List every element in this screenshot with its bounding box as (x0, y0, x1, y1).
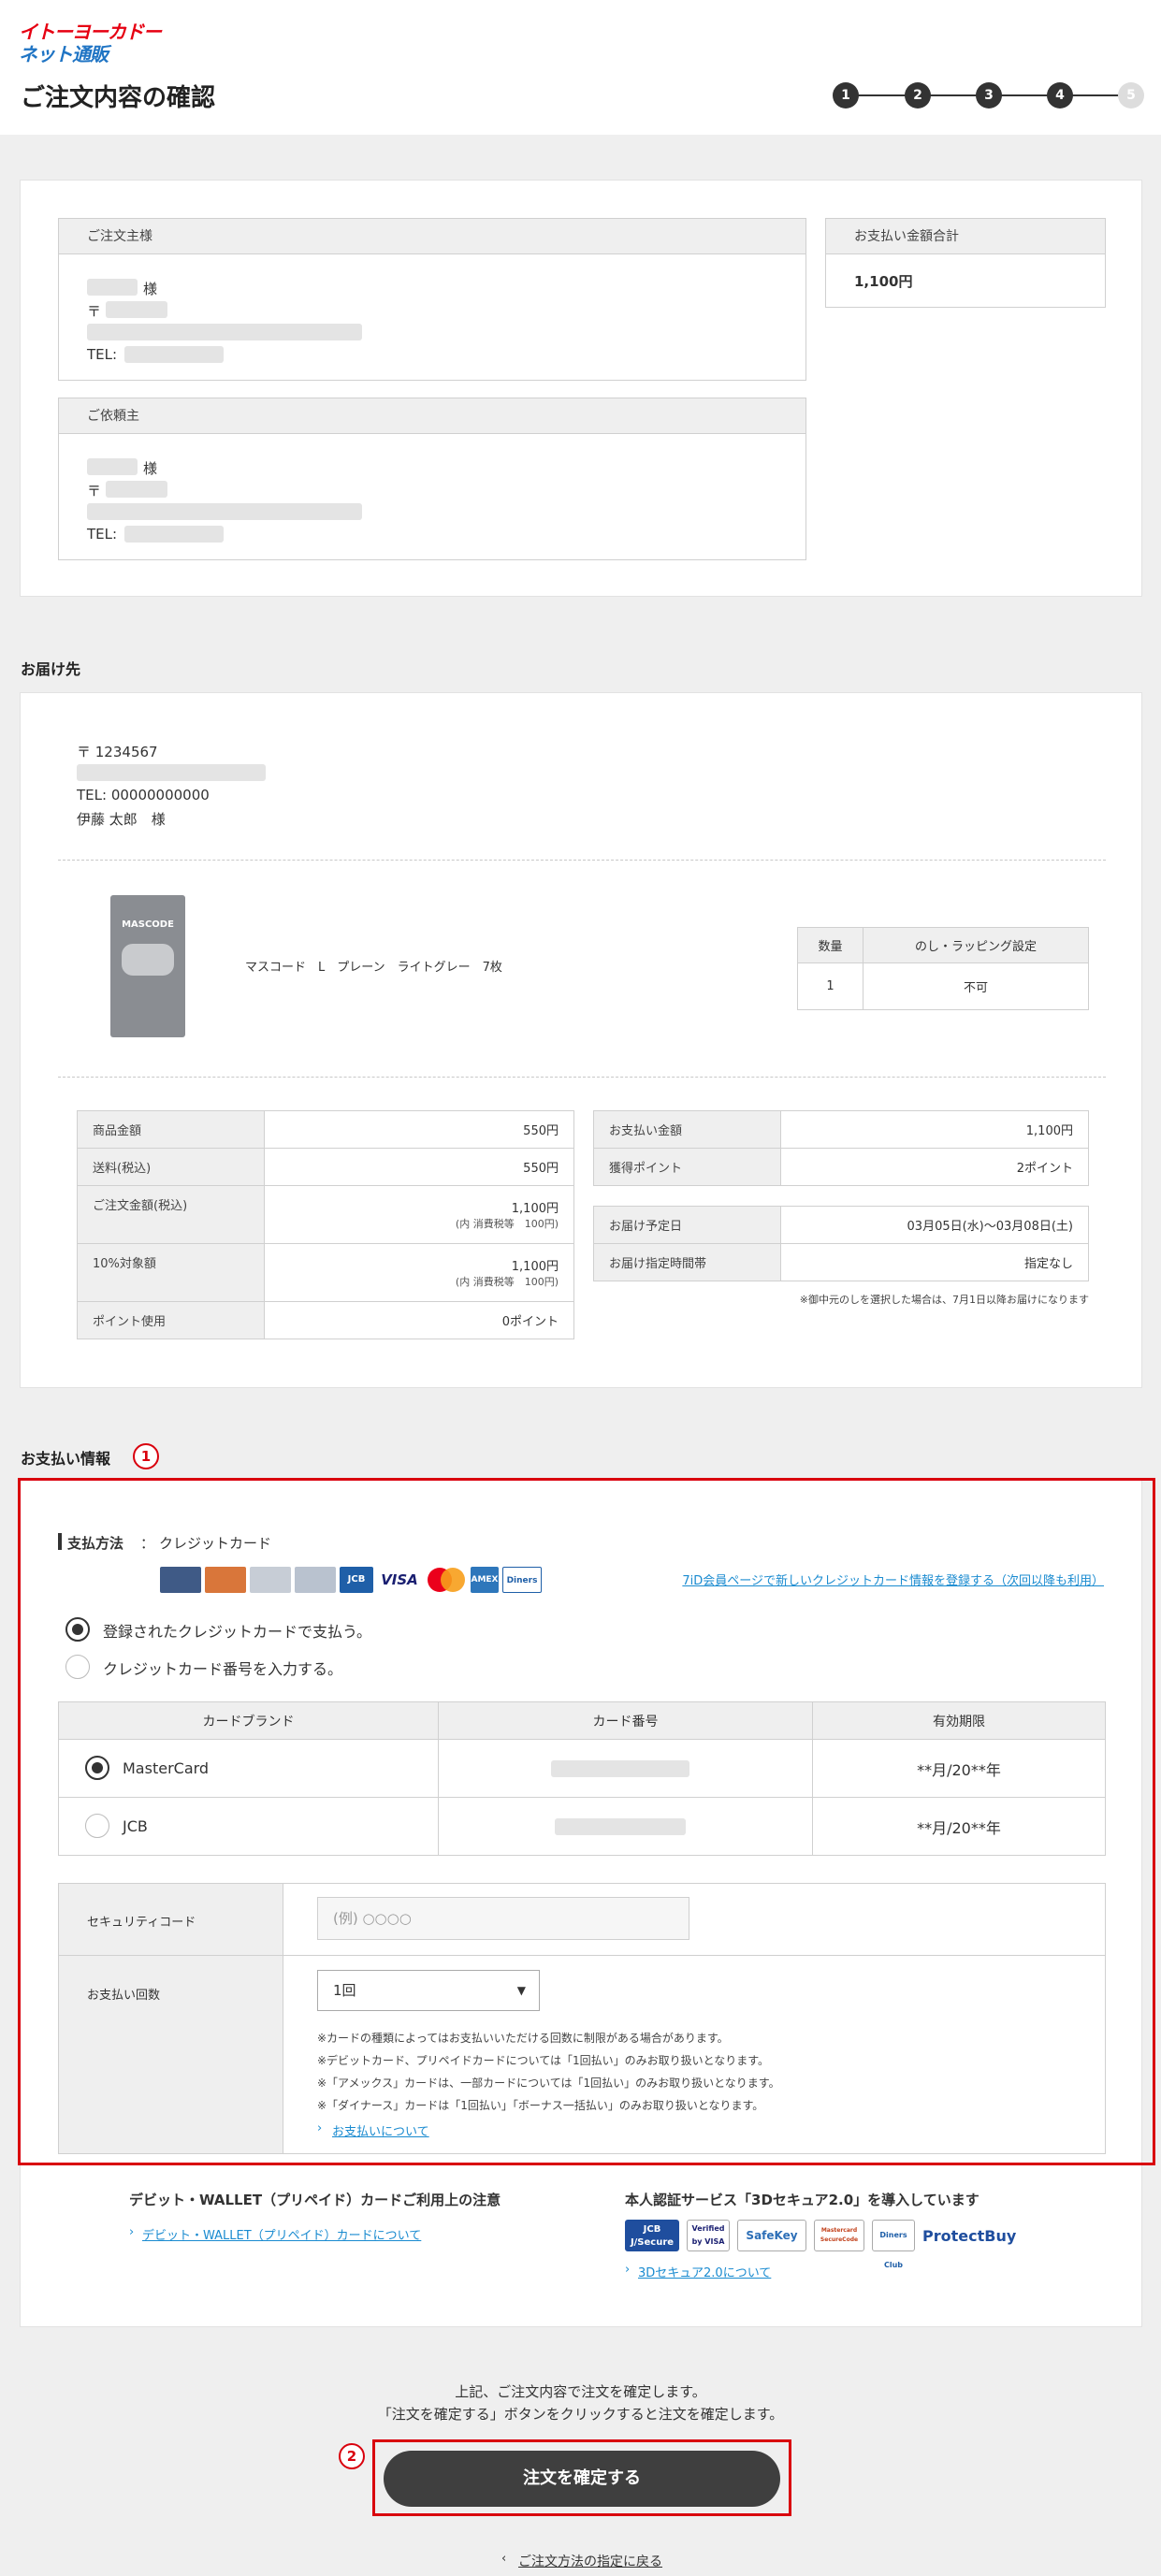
delivery-tel: TEL: 00000000000 (77, 787, 210, 803)
product-name: マスコード L プレーン ライトグレー 7枚 (245, 961, 502, 975)
order-summary-table: 商品金額 550円 送料(税込) 550円 ご注文金額(税込) 1,100円 (… (77, 1110, 574, 1339)
delivery-section-title: お届け先 (21, 660, 81, 678)
chevron-left-icon: ‹ (501, 2552, 507, 2566)
delivery-name: 伊藤 太郎 様 (77, 811, 166, 828)
jcb-secure-icon: JCB J/Secure (625, 2220, 679, 2251)
orderer-box: ご注文主様 様 〒 TEL: (58, 218, 806, 381)
requester-box: ご依頼主 様 〒 TEL: (58, 398, 806, 560)
product-image-label: MASCODE (122, 919, 174, 930)
requester-postal-redacted (106, 481, 167, 498)
orderer-tel-label: TEL: (87, 346, 118, 363)
summary-label: 商品金額 (77, 1110, 265, 1149)
wrapping-value: 不可 (863, 962, 1089, 1010)
summary-value: 指定なし (780, 1243, 1089, 1281)
debit-info-link[interactable]: デビット・WALLET（プリペイド）カードについて (142, 2225, 421, 2243)
confirm-instruction: 「注文を確定する」ボタンをクリックすると注文を確定します。 (377, 2406, 784, 2423)
summary-tax-note: (内 消費税等 100円) (455, 1276, 559, 1288)
summary-label: ご注文金額(税込) (77, 1185, 265, 1244)
quantity-header: 数量 (797, 927, 863, 963)
header: イトーヨーカドー ネット通販 ご注文内容の確認 1 2 3 4 5 (0, 0, 1161, 135)
protectbuy-icon: ProtectBuy (922, 2227, 1017, 2245)
delivery-panel: 〒 1234567 TEL: 00000000000 伊藤 太郎 様 MASCO… (20, 692, 1142, 1388)
product-image[interactable]: MASCODE (110, 895, 185, 1037)
requester-heading: ご依頼主 (59, 398, 805, 434)
delivery-postal: 〒 1234567 (77, 744, 158, 760)
requester-address-redacted (87, 503, 362, 520)
summary-label: お支払い金額 (593, 1110, 781, 1149)
step-2: 2 (905, 82, 931, 109)
requester-name-suffix: 様 (143, 460, 158, 477)
summary-value: 1,100円 (511, 1260, 559, 1274)
summary-label: 10%対象額 (77, 1243, 265, 1302)
requester-tel-redacted (124, 526, 224, 543)
summary-value: 550円 (264, 1110, 574, 1149)
orderer-name-suffix: 様 (143, 281, 158, 297)
requester-tel-label: TEL: (87, 526, 118, 543)
summary-label: ポイント使用 (77, 1301, 265, 1339)
step-3: 3 (976, 82, 1002, 109)
summary-tax-note: (内 消費税等 100円) (455, 1218, 559, 1230)
summary-value: 03月05日(水)～03月08日(土) (780, 1206, 1089, 1244)
page-title: ご注文内容の確認 (21, 84, 216, 112)
verified-by-visa-icon: Verified by VISA (687, 2220, 730, 2251)
wrapping-header: のし・ラッピング設定 (863, 927, 1089, 963)
orderer-heading: ご注文主様 (59, 219, 805, 254)
annotation-frame-1 (18, 1478, 1155, 2165)
delivery-date-table: お届け予定日 03月05日(水)～03月08日(土) お届け指定時間帯 指定なし (593, 1206, 1089, 1281)
gift-note: ※御中元のしを選択した場合は、7月1日以降お届けになります (799, 1294, 1089, 1306)
requester-name-redacted (87, 458, 138, 475)
payment-section-title: お支払い情報 (21, 1450, 111, 1468)
confirm-order-button[interactable]: 注文を確定する (384, 2451, 780, 2507)
diners-club-icon: Diners Club (872, 2220, 915, 2269)
summary-value: 1,100円 (780, 1110, 1089, 1149)
summary-value: 550円 (264, 1148, 574, 1186)
summary-label: 獲得ポイント (593, 1148, 781, 1186)
secure-title: 本人認証サービス「3Dセキュア2.0」を導入しています (625, 2192, 980, 2208)
quantity-value: 1 (797, 962, 863, 1010)
payment-total-box: お支払い金額合計 1,100円 (825, 218, 1106, 308)
summary-label: 送料(税込) (77, 1148, 265, 1186)
chevron-right-icon: › (129, 2225, 135, 2239)
payment-total-heading: お支払い金額合計 (826, 219, 1105, 254)
summary-value: 2ポイント (780, 1148, 1089, 1186)
quantity-table: 数量 のし・ラッピング設定 1 不可 (797, 927, 1089, 1010)
orderer-tel-redacted (124, 346, 224, 363)
orderer-postal-mark: 〒 (87, 303, 102, 320)
annotation-2: 2 (339, 2443, 365, 2469)
requester-postal-mark: 〒 (87, 483, 102, 499)
orderer-address-redacted (87, 324, 362, 340)
mastercard-securecode-icon: Mastercard SecureCode (814, 2220, 864, 2251)
step-5: 5 (1118, 82, 1144, 109)
step-4: 4 (1047, 82, 1073, 109)
payment-points-table: お支払い金額 1,100円 獲得ポイント 2ポイント (593, 1110, 1089, 1186)
orderer-panel: ご注文主様 様 〒 TEL: ご依頼主 様 〒 TEL: お支払い金額合計 1,… (20, 180, 1142, 597)
payment-total-value: 1,100円 (854, 273, 913, 290)
debit-notice-title: デビット・WALLET（プリペイド）カードご利用上の注意 (129, 2192, 501, 2208)
orderer-name-redacted (87, 279, 138, 296)
secure-info-link[interactable]: 3Dセキュア2.0について (638, 2263, 771, 2280)
delivery-address-redacted (77, 764, 266, 781)
mask-shape (122, 944, 174, 976)
summary-label: お届け予定日 (593, 1206, 781, 1244)
step-1: 1 (833, 82, 859, 109)
site-logo-subtitle[interactable]: ネット通販 (19, 39, 109, 66)
chevron-right-icon: › (625, 2263, 631, 2277)
annotation-1: 1 (133, 1443, 159, 1469)
summary-label: お届け指定時間帯 (593, 1243, 781, 1281)
summary-value: 1,100円 (511, 1202, 559, 1216)
divider (58, 1077, 1106, 1078)
safekey-icon: SafeKey (737, 2220, 806, 2251)
summary-value: 0ポイント (264, 1301, 574, 1339)
divider (58, 860, 1106, 861)
back-link[interactable]: ご注文方法の指定に戻る (518, 2552, 662, 2570)
orderer-postal-redacted (106, 301, 167, 318)
confirm-message: 上記、ご注文内容で注文を確定します。 (455, 2383, 706, 2400)
